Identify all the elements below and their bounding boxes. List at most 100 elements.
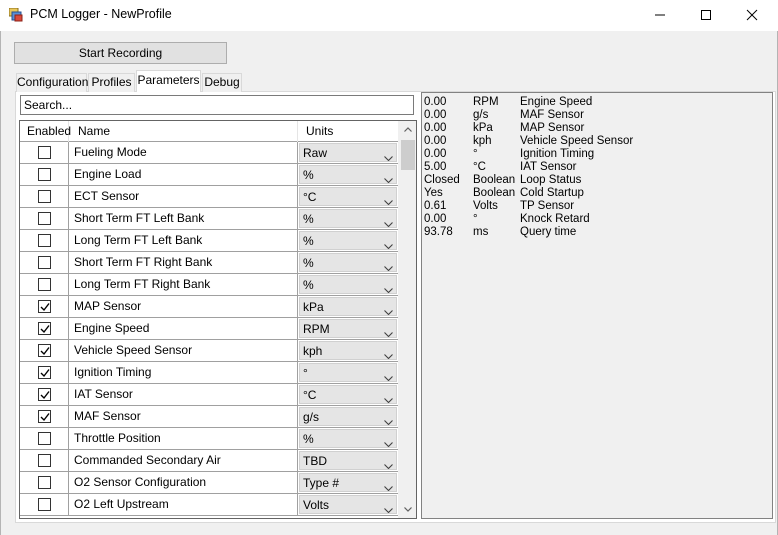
enabled-checkbox[interactable] (38, 366, 51, 379)
units-cell: Raw (298, 142, 398, 163)
units-dropdown[interactable]: % (299, 275, 397, 294)
table-row[interactable]: MAF Sensor g/s (20, 406, 398, 428)
enabled-checkbox[interactable] (38, 410, 51, 423)
units-dropdown[interactable]: % (299, 429, 397, 448)
enabled-checkbox[interactable] (38, 146, 51, 159)
start-recording-button[interactable]: Start Recording (14, 42, 227, 64)
scroll-thumb[interactable] (401, 140, 415, 170)
chevron-down-icon (384, 458, 393, 472)
units-dropdown[interactable]: kPa (299, 297, 397, 316)
close-button[interactable] (729, 0, 775, 31)
table-row[interactable]: Short Term FT Right Bank% (20, 252, 398, 274)
output-line: 5.00 °C IAT Sensor (424, 161, 764, 174)
enabled-checkbox[interactable] (38, 278, 51, 291)
units-value: % (303, 168, 314, 182)
maximize-button[interactable] (683, 0, 729, 31)
table-row[interactable]: Commanded Secondary Air TBD (20, 450, 398, 472)
chevron-up-icon (404, 127, 412, 132)
units-dropdown[interactable]: TBD (299, 451, 397, 470)
search-input[interactable]: Search... (20, 95, 414, 115)
output-line: 0.00 g/s MAF Sensor (424, 109, 764, 122)
table-row[interactable]: ECT Sensor °C (20, 186, 398, 208)
units-cell: % (298, 252, 398, 273)
chevron-down-icon (384, 502, 393, 516)
table-row[interactable]: Ignition Timing ° (20, 362, 398, 384)
output-parameter-name: Ignition Timing (520, 148, 595, 160)
enabled-checkbox[interactable] (38, 498, 51, 511)
table-row[interactable]: Long Term FT Left Bank% (20, 230, 398, 252)
enabled-checkbox[interactable] (38, 300, 51, 313)
parameter-name: O2 Sensor Configuration (69, 472, 298, 493)
table-row[interactable]: Engine Load% (20, 164, 398, 186)
enabled-cell (20, 340, 69, 361)
chevron-down-icon (384, 414, 393, 428)
output-unit: ms (473, 226, 489, 238)
units-dropdown[interactable]: °C (299, 187, 397, 206)
enabled-checkbox[interactable] (38, 256, 51, 269)
checkmark-icon (40, 303, 50, 312)
chevron-down-icon (384, 260, 393, 274)
units-dropdown[interactable]: % (299, 209, 397, 228)
output-unit: RPM (473, 96, 499, 108)
table-row[interactable]: O2 Sensor Configuration Type # (20, 472, 398, 494)
column-header-name[interactable]: Name (69, 121, 298, 142)
parameter-name: IAT Sensor (69, 384, 298, 405)
units-dropdown[interactable]: ° (299, 363, 397, 382)
units-dropdown[interactable]: % (299, 253, 397, 272)
column-header-enabled[interactable]: Enabled (20, 121, 71, 142)
units-cell: % (298, 274, 398, 295)
units-cell: g/s (298, 406, 398, 427)
units-value: Raw (303, 146, 328, 160)
units-dropdown[interactable]: RPM (299, 319, 397, 338)
enabled-checkbox[interactable] (38, 234, 51, 247)
units-dropdown[interactable]: kph (299, 341, 397, 360)
output-value: 0.61 (424, 200, 447, 212)
units-value: % (303, 234, 314, 248)
output-parameter-name: Vehicle Speed Sensor (520, 135, 634, 147)
units-dropdown[interactable]: % (299, 231, 397, 250)
checkmark-icon (40, 391, 50, 400)
table-row[interactable]: Long Term FT Right Bank% (20, 274, 398, 296)
parameter-name: Long Term FT Left Bank (69, 230, 298, 251)
units-dropdown[interactable]: °C (299, 385, 397, 404)
tab-debug[interactable]: Debug (202, 73, 242, 92)
parameter-name: Engine Load (69, 164, 298, 185)
table-row[interactable]: Engine Speed RPM (20, 318, 398, 340)
enabled-checkbox[interactable] (38, 454, 51, 467)
window-title: PCM Logger - NewProfile (30, 7, 172, 21)
scroll-up-button[interactable] (399, 121, 416, 138)
enabled-checkbox[interactable] (38, 476, 51, 489)
scroll-down-button[interactable] (399, 501, 416, 518)
enabled-checkbox[interactable] (38, 168, 51, 181)
output-value: 0.00 (424, 148, 447, 160)
units-dropdown[interactable]: Type # (299, 473, 397, 492)
tab-configuration[interactable]: Configuration (16, 73, 88, 92)
tab-parameters[interactable]: Parameters (136, 70, 201, 92)
enabled-checkbox[interactable] (38, 212, 51, 225)
table-row[interactable]: IAT Sensor °C (20, 384, 398, 406)
tab-profiles[interactable]: Profiles (88, 73, 135, 92)
table-row[interactable]: Fueling Mode Raw (20, 142, 398, 164)
table-row[interactable]: O2 Left Upstream Volts (20, 494, 398, 516)
units-dropdown[interactable]: Volts (299, 495, 397, 514)
table-row[interactable]: Short Term FT Left Bank% (20, 208, 398, 230)
units-dropdown[interactable]: Raw (299, 143, 397, 162)
units-cell: RPM (298, 318, 398, 339)
enabled-checkbox[interactable] (38, 322, 51, 335)
column-header-units[interactable]: Units (298, 121, 398, 142)
enabled-cell (20, 428, 69, 449)
enabled-checkbox[interactable] (38, 432, 51, 445)
units-value: Type # (303, 476, 340, 490)
minimize-button[interactable] (637, 0, 683, 31)
enabled-checkbox[interactable] (38, 190, 51, 203)
checkmark-icon (40, 347, 50, 356)
table-row[interactable]: Vehicle Speed Sensor kph (20, 340, 398, 362)
units-dropdown[interactable]: g/s (299, 407, 397, 426)
table-row[interactable]: Throttle Position% (20, 428, 398, 450)
parameter-name: Throttle Position (69, 428, 298, 449)
enabled-checkbox[interactable] (38, 388, 51, 401)
grid-scrollbar[interactable] (398, 121, 416, 518)
table-row[interactable]: MAP Sensor kPa (20, 296, 398, 318)
units-dropdown[interactable]: % (299, 165, 397, 184)
enabled-checkbox[interactable] (38, 344, 51, 357)
